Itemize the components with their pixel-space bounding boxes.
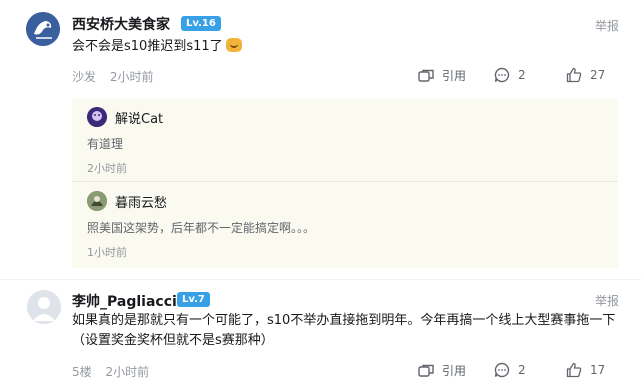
laughing-emoji-icon — [225, 38, 242, 52]
level-badge: Lv.7 — [177, 292, 210, 307]
quote-label: 引用 — [442, 364, 467, 378]
like-button[interactable]: 27 — [566, 67, 605, 83]
reply-bubble-icon — [494, 362, 510, 378]
reply-item: 解说Cat 有道理 2小时前 — [72, 98, 618, 182]
reply-bubble-icon — [494, 67, 510, 83]
avatar[interactable] — [87, 191, 107, 211]
avatar[interactable] — [27, 290, 61, 324]
comment-text-body: 会不会是s10推迟到s11了 — [72, 39, 223, 54]
quote-button[interactable]: 引用 — [418, 362, 466, 379]
level-badge: Lv.16 — [181, 16, 221, 31]
timestamp: 2小时前 — [105, 365, 150, 379]
comment-text: 如果真的是那就只有一个可能了，s10不举办直接拖到明年。今年再搞一个线上大型赛事… — [72, 313, 616, 348]
quote-icon — [418, 364, 434, 377]
quote-label: 引用 — [442, 69, 467, 83]
thumbs-up-icon — [566, 362, 582, 378]
report-button[interactable]: 举报 — [595, 17, 619, 34]
reply-username[interactable]: 解说Cat — [115, 108, 163, 127]
reply-count: 2 — [518, 363, 526, 377]
floor-label: 5楼 — [72, 365, 92, 379]
floor-label: 沙发 — [72, 70, 97, 84]
reply-timestamp: 1小时前 — [87, 246, 127, 259]
reply-text: 照美国这架势，后年都不一定能搞定啊。。。 — [87, 221, 316, 235]
reply-button[interactable]: 2 — [494, 67, 526, 83]
username[interactable]: 西安桥大美食家 — [72, 14, 170, 34]
thumbs-up-icon — [566, 67, 582, 83]
comment-item: 李帅_Pagliacci Lv.7 举报 如果真的是那就只有一个可能了，s10不… — [0, 280, 641, 389]
username[interactable]: 李帅_Pagliacci — [72, 291, 177, 311]
reply-text: 有道理 — [87, 137, 124, 151]
comment-item: 西安桥大美食家 Lv.16 举报 会不会是s10推迟到s11了 沙发 2小时前 … — [0, 0, 641, 280]
reply-timestamp: 2小时前 — [87, 162, 127, 175]
reply-list: 解说Cat 有道理 2小时前 暮雨云愁 照美国这架势，后年都不一定能搞定啊。。。… — [72, 98, 618, 268]
reply-username[interactable]: 暮雨云愁 — [115, 192, 167, 211]
reply-item: 暮雨云愁 照美国这架势，后年都不一定能搞定啊。。。 1小时前 — [72, 182, 618, 268]
like-count: 17 — [590, 363, 606, 377]
comment-text: 会不会是s10推迟到s11了 — [72, 37, 242, 57]
report-button[interactable]: 举报 — [595, 292, 619, 309]
reply-button[interactable]: 2 — [494, 362, 526, 378]
like-count: 27 — [590, 68, 606, 82]
like-button[interactable]: 17 — [566, 362, 605, 378]
reply-count: 2 — [518, 68, 526, 82]
quote-icon — [418, 69, 434, 82]
timestamp: 2小时前 — [109, 70, 154, 84]
comment-meta: 5楼 2小时前 — [72, 363, 149, 380]
comment-meta: 沙发 2小时前 — [72, 68, 153, 85]
avatar[interactable] — [26, 12, 60, 46]
quote-button[interactable]: 引用 — [418, 67, 466, 84]
avatar[interactable] — [87, 107, 107, 127]
